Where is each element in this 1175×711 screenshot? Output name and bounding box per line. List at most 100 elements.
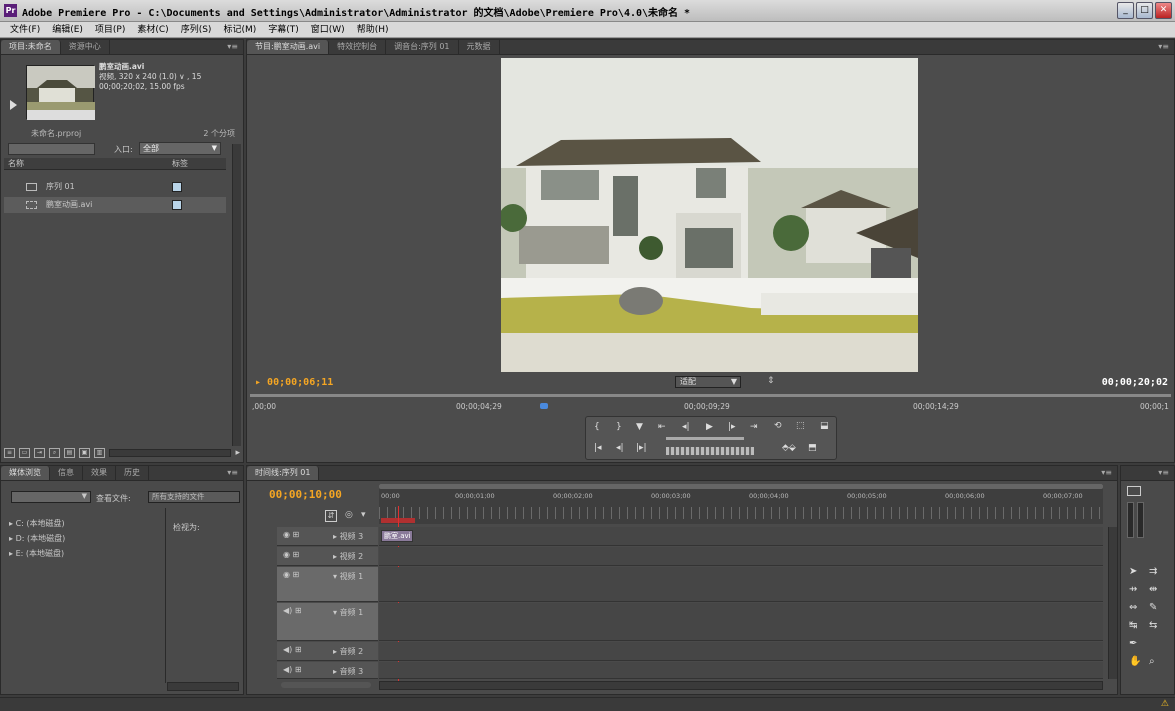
media-browser-scrollbar[interactable] xyxy=(167,682,239,691)
icon-view-icon[interactable]: ▭ xyxy=(19,448,30,458)
snap-icon[interactable]: ⇵ xyxy=(325,510,337,522)
tab-project[interactable]: 项目:未命名 xyxy=(1,40,61,54)
track-lane-audio-3[interactable] xyxy=(379,662,1103,679)
panel-menu-icon[interactable]: ▾≡ xyxy=(227,468,238,477)
automate-to-sequence-icon[interactable]: ⇥ xyxy=(34,448,45,458)
speaker-icon[interactable]: ◀) ⊞ xyxy=(283,606,302,615)
tab-info[interactable]: 信息 xyxy=(50,466,83,480)
menu-project[interactable]: 项目(P) xyxy=(89,22,131,37)
menu-marker[interactable]: 标记(M) xyxy=(217,22,262,37)
playhead-marker-icon[interactable] xyxy=(540,403,548,409)
set-encore-marker-icon[interactable]: ◎ xyxy=(345,510,353,520)
menu-window[interactable]: 窗口(W) xyxy=(305,22,351,37)
toggle-track-output-icon[interactable]: ◉ ⊞ xyxy=(283,570,299,579)
speaker-icon[interactable]: ◀) ⊞ xyxy=(283,645,302,654)
menu-file[interactable]: 文件(F) xyxy=(4,22,46,37)
hand-tool-icon[interactable]: ✋ xyxy=(1129,656,1141,667)
speaker-icon[interactable]: ◀) ⊞ xyxy=(283,665,302,674)
tab-effects[interactable]: 效果 xyxy=(83,466,116,480)
track-header-video-3[interactable]: ◉ ⊞ ▸ 视频 3 xyxy=(277,527,378,546)
tab-resource-center[interactable]: 资源中心 xyxy=(61,40,110,54)
zoom-tool-icon[interactable]: ⌕ xyxy=(1149,656,1155,667)
menu-clip[interactable]: 素材(C) xyxy=(131,22,174,37)
track-header-video-2[interactable]: ◉ ⊞ ▸ 视频 2 xyxy=(277,547,378,566)
extract-icon[interactable]: ⬒ xyxy=(808,443,817,453)
rolling-edit-tool-icon[interactable]: ⇹ xyxy=(1149,584,1157,595)
menu-edit[interactable]: 编辑(E) xyxy=(46,22,89,37)
loop-icon[interactable]: ⟲ xyxy=(774,421,782,431)
clear-icon[interactable]: ▥ xyxy=(94,448,105,458)
razor-tool-icon[interactable]: ✎ xyxy=(1149,602,1157,613)
track-lane-video-2[interactable] xyxy=(379,547,1103,566)
warning-icon[interactable]: ⚠ xyxy=(1161,699,1169,709)
entry-select[interactable]: 全部 ▼ xyxy=(139,142,221,155)
timeline-zoom-slider[interactable] xyxy=(281,682,371,688)
new-item-icon[interactable]: ▣ xyxy=(79,448,90,458)
program-time-ruler[interactable]: ,00;00 00;00;04;29 00;00;09;29 00;00;14;… xyxy=(250,394,1171,414)
set-out-icon[interactable]: } xyxy=(616,422,622,432)
project-scrollbar[interactable] xyxy=(232,144,241,446)
project-search-input[interactable] xyxy=(8,143,95,155)
tab-timeline-sequence[interactable]: 时间线:序列 01 xyxy=(247,466,320,480)
fit-zoom-select[interactable]: 适配 ▼ xyxy=(675,376,741,388)
lift-icon[interactable]: ⬘⬙ xyxy=(782,443,796,453)
set-in-icon[interactable]: { xyxy=(594,422,600,432)
timeline-vertical-scrollbar[interactable] xyxy=(1108,527,1117,679)
go-to-in-icon[interactable]: |◂ xyxy=(594,443,602,453)
tab-program[interactable]: 节目:鹏室动画.avi xyxy=(247,40,330,54)
timeline-timecode[interactable]: 00;00;10;00 xyxy=(269,488,342,501)
tab-effect-controls[interactable]: 特效控制台 xyxy=(329,40,387,54)
horizontal-scrollbar[interactable] xyxy=(109,449,232,457)
step-forward-icon[interactable]: |▸ xyxy=(728,422,736,432)
set-marker-icon[interactable]: ▾ xyxy=(361,510,366,520)
slip-tool-icon[interactable]: ↹ xyxy=(1129,620,1137,631)
tab-media-browser[interactable]: 媒体浏览 xyxy=(1,466,50,480)
play-in-to-out-icon[interactable]: |▸| xyxy=(636,443,647,453)
list-view-icon[interactable]: ≡ xyxy=(4,448,15,458)
minimize-button[interactable]: _ xyxy=(1117,2,1134,19)
track-header-video-1[interactable]: ◉ ⊞ ▾ 视频 1 xyxy=(277,567,378,602)
selection-tool-icon[interactable]: ➤ xyxy=(1129,566,1137,577)
ripple-edit-tool-icon[interactable]: ⇸ xyxy=(1129,584,1137,595)
location-select[interactable]: ▼ xyxy=(11,491,91,503)
drive-c-item[interactable]: ▸ C: (本地磁盘) xyxy=(9,518,65,529)
filetype-select[interactable]: 所有支持的文件 xyxy=(148,491,240,503)
panel-menu-icon[interactable]: ▾≡ xyxy=(1158,468,1169,477)
go-to-out-icon[interactable]: ◂| xyxy=(616,443,624,453)
panel-menu-icon[interactable]: ▾≡ xyxy=(227,42,238,51)
menu-sequence[interactable]: 序列(S) xyxy=(175,22,218,37)
project-item-clip[interactable]: 鹏室动画.avi xyxy=(4,197,226,213)
panel-menu-icon[interactable]: ▾≡ xyxy=(1158,42,1169,51)
scroll-right-icon[interactable]: ▸ xyxy=(235,448,240,458)
track-lane-video-1[interactable] xyxy=(379,567,1103,602)
drive-e-item[interactable]: ▸ E: (本地磁盘) xyxy=(9,548,64,559)
safe-margins-icon[interactable]: ⬚ xyxy=(796,421,805,431)
go-to-next-edit-icon[interactable]: ⇥ xyxy=(750,422,758,432)
track-lane-audio-2[interactable] xyxy=(379,642,1103,661)
tab-audio-mixer[interactable]: 调音台:序列 01 xyxy=(386,40,459,54)
go-to-previous-edit-icon[interactable]: ⇤ xyxy=(658,422,666,432)
program-current-timecode[interactable]: ▸ 00;00;06;11 xyxy=(255,377,333,388)
rate-stretch-tool-icon[interactable]: ⇔ xyxy=(1129,602,1137,613)
project-item-sequence[interactable]: 序列 01 xyxy=(4,179,226,195)
set-marker-icon[interactable]: ▼ xyxy=(636,422,643,432)
track-lane-video-3[interactable]: 鹏室.avi xyxy=(379,527,1103,546)
panel-menu-icon[interactable]: ▾≡ xyxy=(1101,468,1112,477)
step-back-icon[interactable]: ◂| xyxy=(682,422,690,432)
find-icon[interactable]: ⌕ xyxy=(49,448,60,458)
track-header-audio-3[interactable]: ◀) ⊞ ▸ 音频 3 xyxy=(277,662,378,679)
play-thumbnail-icon[interactable] xyxy=(10,100,17,110)
timeline-ruler[interactable]: 00;00 00;00;01;00 00;00;02;00 00;00;03;0… xyxy=(379,484,1103,524)
tab-metadata[interactable]: 元数据 xyxy=(459,40,500,54)
column-label[interactable]: 标签 xyxy=(172,158,188,170)
drive-d-item[interactable]: ▸ D: (本地磁盘) xyxy=(9,533,65,544)
toggle-track-output-icon[interactable]: ◉ ⊞ xyxy=(283,530,299,539)
column-name[interactable]: 名称 xyxy=(8,158,24,170)
maximize-button[interactable]: □ xyxy=(1136,2,1153,19)
slide-tool-icon[interactable]: ⇆ xyxy=(1149,620,1157,631)
close-button[interactable]: ✕ xyxy=(1155,2,1172,19)
toggle-track-output-icon[interactable]: ◉ ⊞ xyxy=(283,550,299,559)
menu-help[interactable]: 帮助(H) xyxy=(351,22,395,37)
output-icon[interactable]: ⬓ xyxy=(820,421,829,431)
tab-history[interactable]: 历史 xyxy=(116,466,149,480)
